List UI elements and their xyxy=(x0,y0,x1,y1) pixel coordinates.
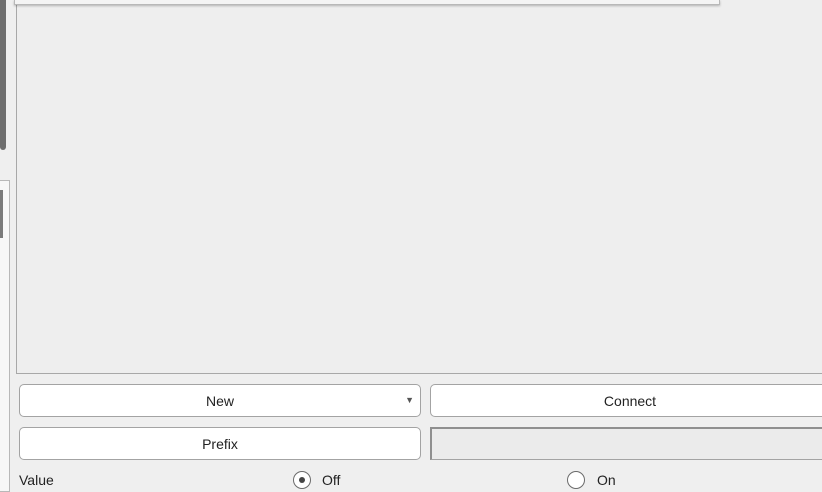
dropdown-popup-edge xyxy=(14,0,720,5)
connect-button-label: Connect xyxy=(603,392,657,409)
value-off-radio[interactable] xyxy=(293,471,311,489)
left-panel-tab-marker[interactable] xyxy=(0,190,3,238)
new-combo-box[interactable]: New ▼ xyxy=(19,384,421,417)
value-on-label[interactable]: On xyxy=(597,472,616,488)
prefix-input[interactable] xyxy=(430,427,822,460)
prefix-button-label: Prefix xyxy=(202,435,238,452)
new-combo-label: New xyxy=(205,392,234,409)
connect-button[interactable]: Connect xyxy=(430,384,822,417)
value-label: Value xyxy=(19,472,54,488)
prefix-button[interactable]: Prefix xyxy=(19,427,421,460)
value-on-radio[interactable] xyxy=(567,471,585,489)
dropdown-arrow-icon[interactable]: ▼ xyxy=(405,395,414,405)
main-content-area xyxy=(16,0,822,374)
left-scrollbar-thumb[interactable] xyxy=(0,0,6,150)
value-off-label[interactable]: Off xyxy=(322,472,340,488)
